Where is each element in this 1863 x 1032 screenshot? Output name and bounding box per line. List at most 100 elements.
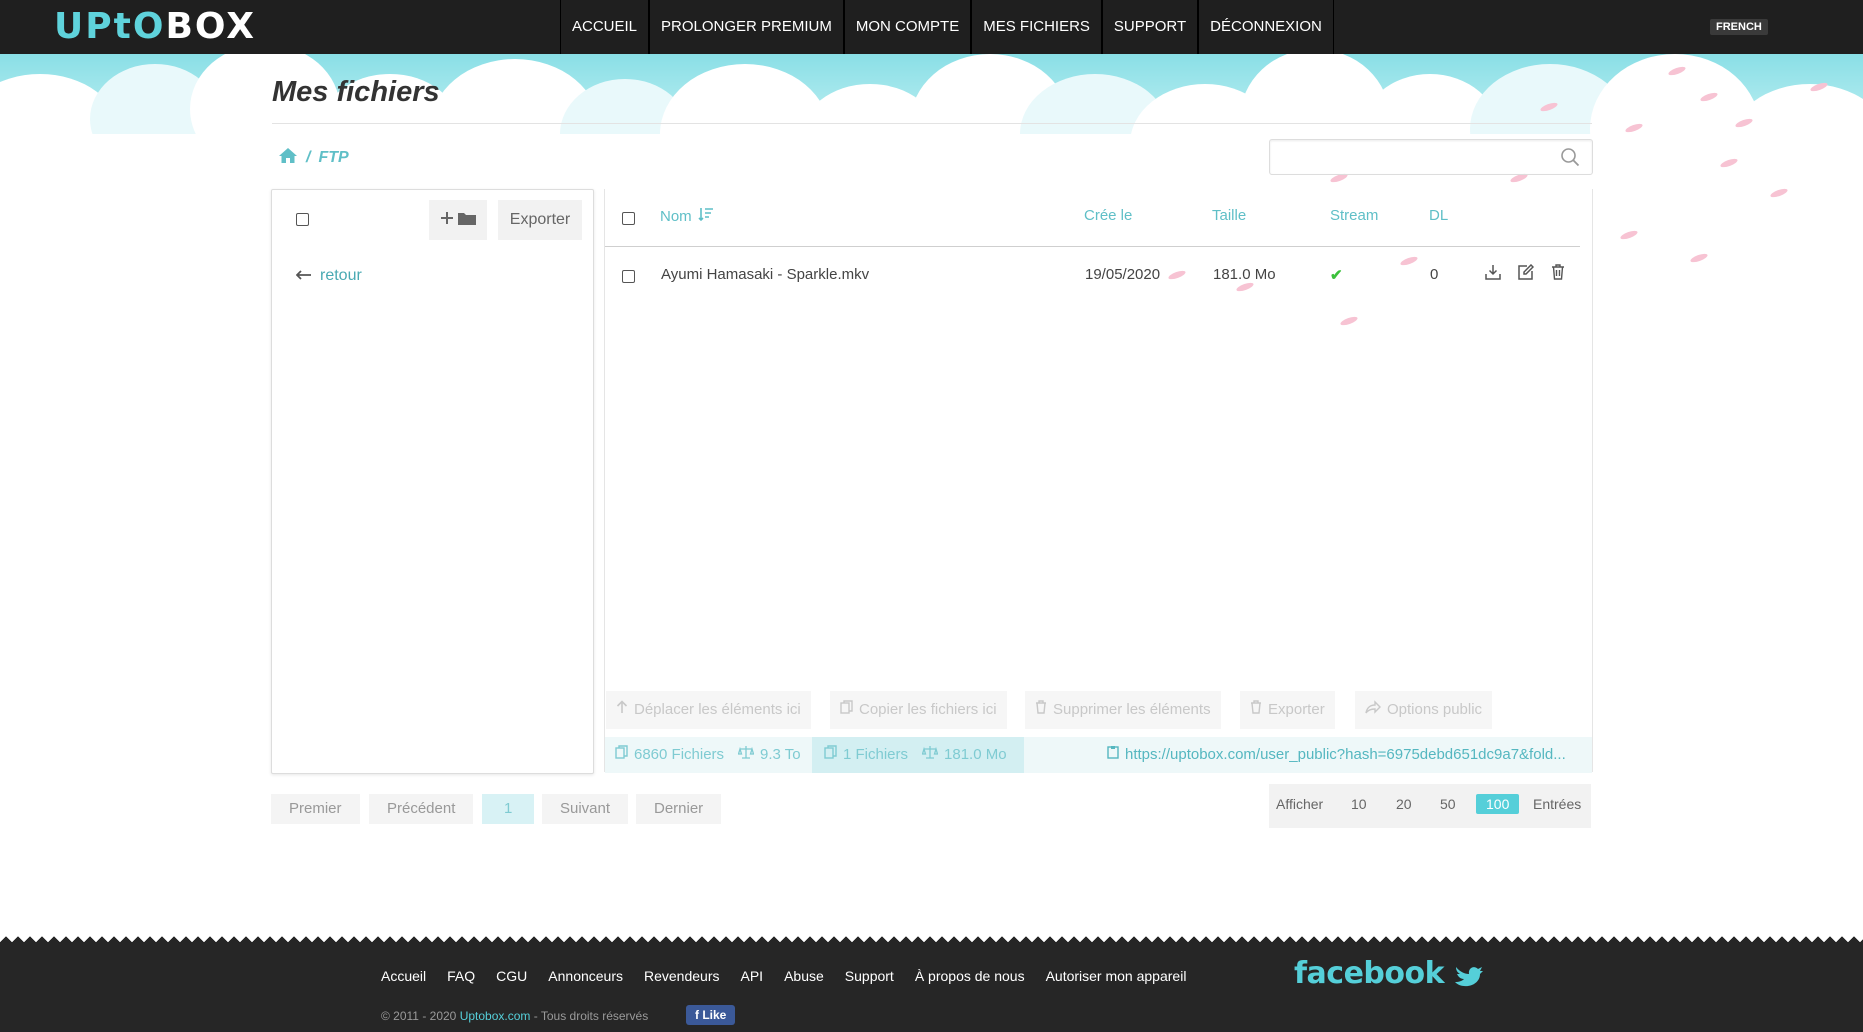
pager-next[interactable]: Suivant (542, 794, 629, 824)
copyright: © 2011 - 2020 Uptobox.com - Tous droits … (381, 1009, 648, 1023)
entries-option-50[interactable]: 50 (1440, 796, 1456, 812)
folder-stats: 1 Fichiers 181.0 Mo (812, 737, 1024, 773)
export-button[interactable]: Exporter (498, 200, 582, 240)
entries-option-20[interactable]: 20 (1396, 796, 1412, 812)
home-icon[interactable] (278, 147, 298, 169)
delete-items-label: Supprimer les éléments (1053, 701, 1211, 718)
footer-link-revendeurs[interactable]: Revendeurs (644, 968, 720, 984)
language-selector[interactable]: FRENCH (1710, 19, 1768, 35)
footer-link-accueil[interactable]: Accueil (381, 968, 426, 984)
title-divider (272, 123, 1592, 124)
file-created: 19/05/2020 (1085, 266, 1161, 283)
nav-accueil[interactable]: ACCUEIL (560, 0, 650, 54)
entries-label: Entrées (1533, 796, 1582, 812)
column-stream[interactable]: Stream (1330, 207, 1378, 224)
table-header-divider (605, 246, 1580, 247)
breadcrumb-current[interactable]: FTP (318, 149, 348, 167)
copyright-brand-link[interactable]: Uptobox.com (460, 1009, 531, 1023)
facebook-f-icon: f (695, 1008, 699, 1022)
export-items-button[interactable]: Exporter (1240, 691, 1335, 729)
column-name-label: Nom (660, 207, 692, 225)
entries-option-10[interactable]: 10 (1351, 796, 1367, 812)
logo-part1: UPtO (54, 6, 166, 47)
main-nav: ACCUEIL PROLONGER PREMIUM MON COMPTE MES… (560, 0, 1334, 54)
delete-items-button[interactable]: Supprimer les éléments (1025, 691, 1221, 729)
file-table-panel: Nom Crée le Taille Stream DL Ayumi Hamas… (604, 189, 1593, 773)
pager-prev[interactable]: Précédent (369, 794, 474, 824)
select-all-folders-checkbox[interactable] (296, 213, 309, 226)
facebook-link[interactable]: facebook (1294, 956, 1484, 991)
trash-outline-icon-2 (1250, 691, 1262, 729)
nav-support[interactable]: SUPPORT (1101, 0, 1199, 54)
clipboard-icon (1107, 737, 1119, 773)
nav-deconnexion[interactable]: DÉCONNEXION (1198, 0, 1334, 54)
folder-size: 181.0 Mo (944, 746, 1007, 763)
column-size[interactable]: Taille (1212, 207, 1246, 224)
entries-option-100[interactable]: 100 (1476, 794, 1520, 814)
total-stats: 6860 Fichiers 9.3 To (615, 737, 801, 773)
file-dl-count: 0 (1430, 266, 1439, 283)
nav-mon-compte[interactable]: MON COMPTE (843, 0, 972, 54)
footer-link-api[interactable]: API (741, 968, 764, 984)
facebook-like-button[interactable]: f Like (686, 1005, 736, 1025)
footer-link-annonceurs[interactable]: Annonceurs (548, 968, 623, 984)
facebook-label: facebook (1294, 956, 1445, 991)
back-link[interactable]: retour (295, 267, 362, 285)
nav-prolonger-premium[interactable]: PROLONGER PREMIUM (649, 0, 844, 54)
scale-icon (737, 737, 755, 773)
entries-per-page: Afficher 10 20 50 100 Entrées (1269, 784, 1591, 828)
copyright-years: © 2011 - 2020 (381, 1009, 457, 1023)
column-created[interactable]: Crée le (1084, 207, 1132, 224)
move-here-label: Déplacer les éléments ici (634, 701, 801, 718)
footer-link-faq[interactable]: FAQ (447, 968, 475, 984)
folder-files: 1 Fichiers (843, 746, 909, 763)
new-folder-button[interactable] (429, 200, 487, 240)
copy-icon (840, 691, 853, 729)
folder-panel: Exporter retour (271, 189, 594, 774)
arrow-left-icon (295, 267, 312, 285)
file-name[interactable]: Ayumi Hamasaki - Sparkle.mkv (661, 266, 869, 283)
pager-first[interactable]: Premier (271, 794, 360, 824)
column-name[interactable]: Nom (660, 207, 714, 225)
arrow-up-icon (616, 691, 628, 729)
top-navbar: UPtOBOX ACCUEIL PROLONGER PREMIUM MON CO… (0, 0, 1863, 54)
public-options-label: Options public (1387, 701, 1483, 718)
search-input[interactable] (1278, 140, 1552, 174)
footer-link-support[interactable]: Support (845, 968, 894, 984)
files-icon (615, 737, 628, 773)
public-options-button[interactable]: Options public (1355, 691, 1493, 729)
page-title: Mes fichiers (272, 76, 440, 108)
folder-icon (458, 211, 476, 230)
copyright-text: - Tous droits réservés (533, 1009, 649, 1023)
uptobox-logo[interactable]: UPtOBOX (54, 6, 256, 48)
copy-here-button[interactable]: Copier les fichiers ici (830, 691, 1007, 729)
footer-link-authorize-device[interactable]: Autoriser mon appareil (1046, 968, 1187, 984)
breadcrumb-separator: / (306, 149, 311, 166)
search-icon[interactable] (1560, 147, 1580, 172)
file-row-checkbox[interactable] (622, 270, 635, 283)
trash-outline-icon (1035, 691, 1047, 729)
trash-icon[interactable] (1551, 264, 1565, 285)
total-files: 6860 Fichiers (634, 746, 725, 763)
edit-icon[interactable] (1518, 263, 1535, 285)
column-dl[interactable]: DL (1429, 207, 1448, 224)
footer-link-cgu[interactable]: CGU (496, 968, 527, 984)
sort-icon (698, 207, 714, 225)
download-icon[interactable] (1485, 264, 1501, 285)
pager-current[interactable]: 1 (482, 794, 535, 824)
move-here-button[interactable]: Déplacer les éléments ici (606, 691, 811, 729)
select-all-files-checkbox[interactable] (622, 212, 635, 225)
public-link-url[interactable]: https://uptobox.com/user_public?hash=697… (1125, 737, 1566, 773)
public-link[interactable]: https://uptobox.com/user_public?hash=697… (1107, 737, 1587, 773)
footer-links: Accueil FAQ CGU Annonceurs Revendeurs AP… (381, 968, 1186, 984)
footer-link-abuse[interactable]: Abuse (784, 968, 824, 984)
back-label: retour (320, 267, 362, 284)
footer: Accueil FAQ CGU Annonceurs Revendeurs AP… (0, 946, 1863, 1032)
nav-mes-fichiers[interactable]: MES FICHIERS (971, 0, 1102, 54)
share-icon (1365, 691, 1381, 729)
pager-last[interactable]: Dernier (636, 794, 722, 824)
export-items-label: Exporter (1268, 701, 1325, 718)
twitter-bird-icon[interactable] (1454, 956, 1484, 991)
footer-link-about[interactable]: À propos de nous (915, 968, 1025, 984)
stream-check-icon: ✔ (1330, 267, 1343, 284)
